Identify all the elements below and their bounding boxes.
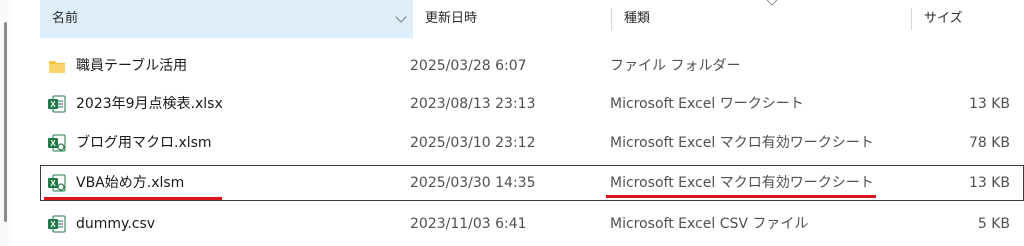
excel-file-icon: X [48, 95, 66, 113]
column-header-name[interactable]: 名前 [40, 0, 413, 38]
column-header-size-label: サイズ [924, 11, 963, 26]
column-header-date[interactable]: 更新日時 [413, 0, 612, 38]
file-size: 78 KB [968, 135, 1010, 151]
file-size: 5 KB [977, 216, 1010, 232]
file-row-selected[interactable]: X VBA始め方.xlsm 2025/03/30 14:35 Microsoft… [40, 165, 1024, 201]
vertical-scrollbar[interactable] [0, 0, 12, 246]
file-name: 職員テーブル活用 [76, 58, 188, 74]
svg-text:X: X [50, 220, 56, 229]
annotation-underline-name [44, 197, 222, 200]
file-date: 2025/03/10 23:12 [410, 135, 536, 151]
svg-text:X: X [50, 100, 56, 109]
column-header-type[interactable]: 種類 [612, 0, 912, 38]
file-date: 2023/11/03 6:41 [410, 216, 527, 232]
file-name: ブログ用マクロ.xlsm [76, 135, 212, 151]
column-header-name-label: 名前 [52, 11, 79, 26]
svg-text:X: X [50, 139, 56, 148]
file-type: Microsoft Excel マクロ有効ワークシート [610, 135, 874, 151]
file-row[interactable]: X 2023年9月点検表.xlsx 2023/08/13 23:13 Micro… [40, 86, 1024, 122]
svg-text:X: X [50, 179, 56, 188]
column-header-size[interactable]: サイズ [912, 0, 1024, 38]
file-type: Microsoft Excel ワークシート [610, 96, 804, 112]
file-type: ファイル フォルダー [610, 58, 741, 74]
column-header-bar: 名前 更新日時 種類 サイズ [16, 0, 1024, 38]
chevron-down-icon[interactable] [395, 11, 407, 23]
file-name: dummy.csv [76, 216, 156, 232]
column-header-type-label: 種類 [624, 11, 651, 26]
file-date: 2023/08/13 23:13 [410, 96, 536, 112]
folder-icon [49, 61, 65, 73]
file-name: 2023年9月点検表.xlsx [76, 96, 223, 112]
file-size: 13 KB [968, 96, 1010, 112]
excel-macro-file-icon: X [48, 174, 66, 192]
excel-macro-file-icon: X [48, 134, 66, 152]
file-date: 2025/03/30 14:35 [410, 175, 536, 191]
excel-file-icon: X [48, 215, 66, 233]
file-size: 13 KB [968, 175, 1010, 191]
annotation-underline-type [606, 195, 876, 198]
file-date: 2025/03/28 6:07 [410, 58, 527, 74]
file-row[interactable]: X dummy.csv 2023/11/03 6:41 Microsoft Ex… [40, 206, 1024, 242]
file-row[interactable]: 職員テーブル活用 2025/03/28 6:07 ファイル フォルダー [40, 48, 1024, 84]
file-row[interactable]: X ブログ用マクロ.xlsm 2025/03/10 23:12 Microsof… [40, 125, 1024, 161]
file-type: Microsoft Excel CSV ファイル [610, 216, 809, 232]
column-header-date-label: 更新日時 [425, 11, 478, 26]
scrollbar-thumb[interactable] [4, 22, 7, 222]
